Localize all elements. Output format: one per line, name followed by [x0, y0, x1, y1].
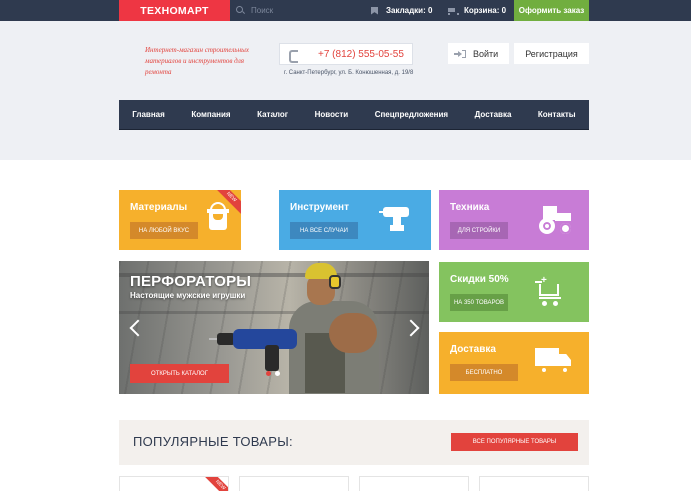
bookmarks-link[interactable]: Закладки: 0 — [371, 0, 432, 21]
nav-item-home[interactable]: Главная — [132, 110, 165, 119]
login-button[interactable]: Войти — [448, 43, 509, 64]
bookmarks-label: Закладки: 0 — [386, 6, 433, 15]
phone-box: +7 (812) 555-05-55 — [279, 43, 413, 65]
product-card[interactable] — [359, 476, 469, 491]
search-icon — [236, 6, 245, 15]
site-logo[interactable]: ТЕХНОМАРТ — [119, 0, 230, 23]
nav-item-catalog[interactable]: Каталог — [257, 110, 288, 119]
tile-instruments[interactable]: Инструмент НА ВСЕ СЛУЧАИ — [279, 190, 431, 250]
tagline: Интернет-магазин строительных материалов… — [145, 46, 249, 76]
shopping-cart-icon: + — [535, 276, 565, 308]
drill-icon — [379, 207, 415, 233]
search-box[interactable] — [236, 3, 356, 18]
paint-bucket-icon — [207, 202, 229, 230]
slider-dots — [266, 371, 280, 376]
login-icon — [454, 49, 466, 58]
slider-dot[interactable] — [275, 371, 280, 376]
product-card[interactable]: NEW — [119, 476, 229, 491]
tile-materials-title: Материалы — [130, 202, 188, 213]
register-button[interactable]: Регистрация — [514, 43, 589, 64]
nav-item-offers[interactable]: Спецпредложения — [375, 110, 448, 119]
search-input[interactable] — [251, 6, 351, 15]
main-nav: Главная Компания Каталог Новости Спецпре… — [119, 100, 589, 130]
cart-link[interactable]: Корзина: 0 — [447, 0, 506, 21]
product-card[interactable] — [239, 476, 349, 491]
tile-instruments-title: Инструмент — [290, 202, 349, 213]
all-popular-button[interactable]: ВСЕ ПОПУЛЯРНЫЕ ТОВАРЫ — [451, 433, 578, 451]
slider-prev-arrow-icon[interactable] — [129, 319, 141, 337]
tile-instruments-button[interactable]: НА ВСЕ СЛУЧАИ — [290, 222, 358, 239]
checkout-button[interactable]: Оформить заказ — [514, 0, 589, 21]
tile-technics-title: Техника — [450, 202, 490, 213]
phone-number[interactable]: +7 (812) 555-05-55 — [318, 49, 404, 60]
tile-technics[interactable]: Техника ДЛЯ СТРОЙКИ — [439, 190, 589, 250]
new-ribbon: NEW — [199, 477, 228, 491]
tile-sale[interactable]: Скидки 50% НА 350 ТОВАРОВ + — [439, 262, 589, 322]
phone-icon — [289, 49, 298, 63]
hero-slider: ПЕРФОРАТОРЫ Настоящие мужские игрушки ОТ… — [119, 261, 429, 394]
tractor-icon — [535, 206, 573, 236]
tile-delivery[interactable]: Доставка БЕСПЛАТНО — [439, 332, 589, 394]
slider-next-arrow-icon[interactable] — [407, 319, 419, 337]
login-label: Войти — [473, 48, 499, 59]
hero-drill-image — [209, 321, 305, 371]
tile-sale-title: Скидки 50% — [450, 274, 509, 285]
cart-label: Корзина: 0 — [464, 6, 507, 15]
tile-delivery-title: Доставка — [450, 344, 496, 355]
tile-materials[interactable]: Материалы НА ЛЮБОЙ ВКУС NEW — [119, 190, 241, 250]
hero-title: ПЕРФОРАТОРЫ — [130, 273, 252, 290]
hero-subtitle: Настоящие мужские игрушки — [130, 291, 246, 300]
cart-icon — [447, 7, 459, 15]
nav-item-contacts[interactable]: Контакты — [538, 110, 576, 119]
popular-section: ПОПУЛЯРНЫЕ ТОВАРЫ: ВСЕ ПОПУЛЯРНЫЕ ТОВАРЫ — [119, 420, 589, 465]
truck-icon — [535, 348, 573, 376]
header — [0, 21, 691, 160]
slider-dot[interactable] — [266, 371, 271, 376]
nav-item-delivery[interactable]: Доставка — [475, 110, 512, 119]
nav-item-news[interactable]: Новости — [315, 110, 349, 119]
tile-delivery-button[interactable]: БЕСПЛАТНО — [450, 364, 518, 381]
open-catalog-button[interactable]: ОТКРЫТЬ КАТАЛОГ — [130, 364, 229, 383]
address: г. Санкт-Петербург, ул. Б. Конюшенная, д… — [284, 70, 414, 76]
product-card[interactable] — [479, 476, 589, 491]
nav-item-company[interactable]: Компания — [191, 110, 230, 119]
bookmark-icon — [371, 6, 378, 15]
tile-technics-button[interactable]: ДЛЯ СТРОЙКИ — [450, 222, 508, 239]
tile-materials-button[interactable]: НА ЛЮБОЙ ВКУС — [130, 222, 198, 239]
popular-title: ПОПУЛЯРНЫЕ ТОВАРЫ: — [133, 434, 293, 449]
tile-sale-button[interactable]: НА 350 ТОВАРОВ — [450, 294, 508, 311]
